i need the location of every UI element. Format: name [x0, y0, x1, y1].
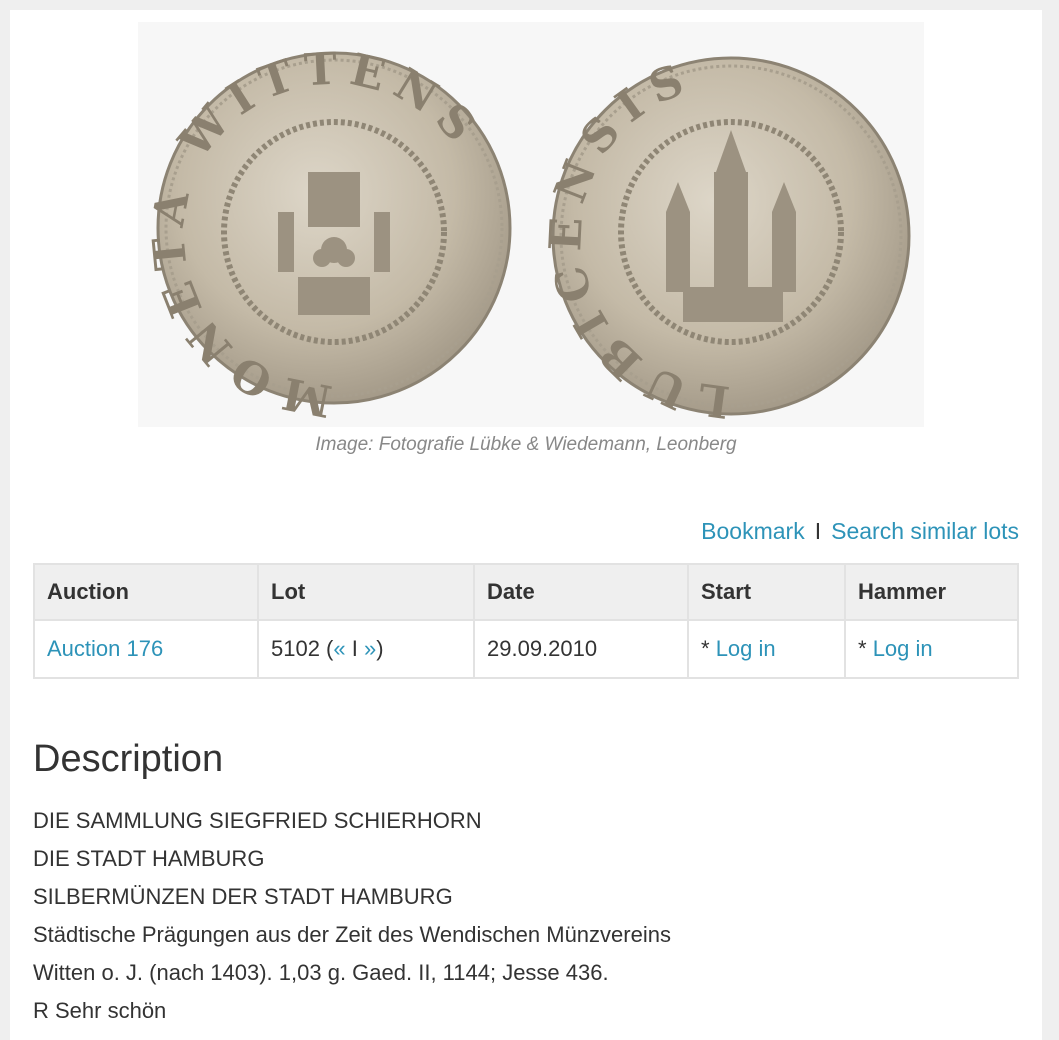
lot-number: 5102 ( [271, 636, 334, 661]
lot-table-header-row: Auction Lot Date Start Hammer [33, 563, 1019, 621]
cell-lot: 5102 (« I ») [257, 619, 475, 679]
description-heading: Description [33, 738, 224, 780]
table-row: Auction 176 5102 (« I ») 29.09.2010 * Lo… [33, 619, 1019, 679]
column-header-start: Start [687, 563, 846, 621]
coin-image[interactable]: MONETA WITTENS LUBICENSIS [138, 22, 924, 427]
column-header-hammer: Hammer [844, 563, 1019, 621]
hammer-prefix: * [858, 636, 873, 661]
description-line: Witten o. J. (nach 1403). 1,03 g. Gaed. … [33, 960, 609, 985]
description-line: DIE SAMMLUNG SIEGFRIED SCHIERHORN [33, 808, 482, 833]
previous-lot-link[interactable]: « [333, 636, 345, 661]
description-line: SILBERMÜNZEN DER STADT HAMBURG [33, 884, 453, 909]
column-header-date: Date [473, 563, 689, 621]
description-text: DIE SAMMLUNG SIEGFRIED SCHIERHORN DIE ST… [33, 802, 671, 1030]
description-line: R Sehr schön [33, 998, 167, 1023]
action-separator: I [814, 518, 822, 544]
search-similar-lots-link[interactable]: Search similar lots [831, 518, 1019, 544]
start-login-link[interactable]: Log in [716, 636, 776, 661]
lot-nav-divider: I [345, 636, 364, 661]
cell-date: 29.09.2010 [473, 619, 689, 679]
column-header-auction: Auction [33, 563, 259, 621]
auction-link[interactable]: Auction 176 [47, 636, 163, 661]
image-caption: Image: Fotografie Lübke & Wiedemann, Leo… [315, 434, 737, 455]
cell-hammer: * Log in [844, 619, 1019, 679]
lot-detail-panel: MONETA WITTENS LUBICENSIS Image: Fotogra… [10, 10, 1042, 1040]
next-lot-link[interactable]: » [364, 636, 376, 661]
column-header-lot: Lot [257, 563, 475, 621]
lot-close-paren: ) [376, 636, 384, 661]
start-prefix: * [701, 636, 716, 661]
lot-actions: Bookmark I Search similar lots [701, 518, 1019, 545]
hammer-login-link[interactable]: Log in [873, 636, 933, 661]
lot-table: Auction Lot Date Start Hammer Auction 17… [33, 563, 1019, 679]
description-line: DIE STADT HAMBURG [33, 846, 265, 871]
description-line: Städtische Prägungen aus der Zeit des We… [33, 922, 671, 947]
cell-auction: Auction 176 [33, 619, 259, 679]
cell-start: * Log in [687, 619, 846, 679]
bookmark-link[interactable]: Bookmark [701, 518, 805, 544]
